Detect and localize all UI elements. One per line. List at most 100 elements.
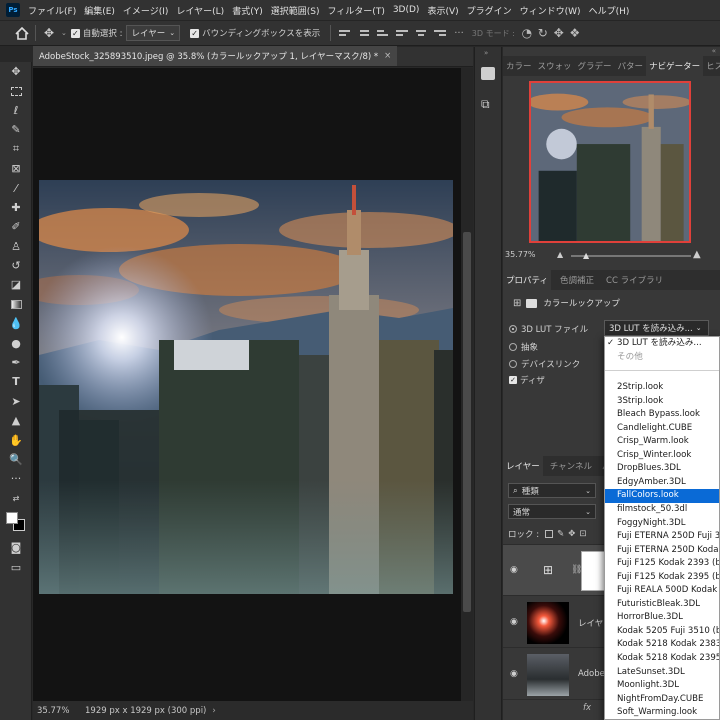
frame-tool-icon[interactable]: ⊠ (0, 159, 32, 178)
device-link-option[interactable]: デバイスリンク (509, 358, 580, 370)
auto-select-dropdown[interactable]: レイヤー ⌄ (126, 25, 181, 41)
lut-option[interactable]: Fuji F125 Kodak 2395 (by Adobe) (605, 571, 719, 585)
color-swatches[interactable] (0, 508, 32, 538)
lock-transparent-icon[interactable] (545, 530, 554, 538)
tab-patterns[interactable]: パター (615, 56, 647, 76)
chevron-right-icon[interactable]: › (212, 706, 215, 716)
menu-3d[interactable]: 3D(D) (389, 5, 424, 15)
3d-slide-icon[interactable]: ❖ (567, 25, 583, 41)
align-left-icon[interactable] (396, 27, 409, 39)
shape-tool-icon[interactable]: ▲ (0, 411, 32, 430)
pen-tool-icon[interactable]: ✒ (0, 353, 32, 372)
align-center-icon[interactable] (415, 27, 428, 39)
menu-help[interactable]: ヘルプ(H) (585, 4, 634, 17)
menu-select[interactable]: 選択範囲(S) (267, 4, 324, 17)
abstract-option[interactable]: 抽象 (509, 341, 538, 353)
menu-window[interactable]: ウィンドウ(W) (516, 4, 585, 17)
visibility-eye-icon[interactable]: ◉ (510, 617, 518, 627)
tab-color[interactable]: カラー (503, 56, 535, 76)
lut-option[interactable]: EdgyAmber.3DL (605, 476, 719, 490)
home-icon[interactable] (14, 25, 30, 41)
lut-option[interactable]: 2Strip.look (605, 381, 719, 395)
dither-checkbox[interactable]: ✓ (509, 376, 517, 384)
zoom-slider-handle[interactable]: ▲ (583, 251, 589, 260)
lut-option[interactable]: FallColors.look (605, 489, 719, 504)
collapse-icon[interactable]: » (484, 49, 488, 57)
canvas-area[interactable] (33, 68, 461, 701)
align-middle-icon[interactable] (358, 27, 371, 39)
eraser-tool-icon[interactable]: ◪ (0, 275, 32, 294)
zoom-level[interactable]: 35.77% (37, 706, 77, 716)
type-tool-icon[interactable]: T (0, 372, 32, 391)
foreground-color-swatch[interactable] (6, 511, 18, 524)
tab-layers[interactable]: レイヤー (503, 456, 543, 476)
lut-option[interactable]: LateSunset.3DL (605, 666, 719, 680)
tab-adjustments[interactable]: 色調補正 (557, 270, 597, 290)
visibility-eye-icon[interactable]: ◉ (510, 565, 518, 575)
abstract-radio[interactable] (509, 343, 517, 351)
tab-properties[interactable]: プロパティ (503, 270, 551, 290)
tab-gradients[interactable]: グラデー (575, 56, 615, 76)
menu-edit[interactable]: 編集(E) (80, 4, 119, 17)
lut-option[interactable]: Fuji ETERNA 250D Kodak 2395 (605, 544, 719, 558)
lasso-tool-icon[interactable]: ℓ (0, 101, 32, 120)
brush-tool-icon[interactable]: ✐ (0, 217, 32, 236)
close-icon[interactable]: × (384, 51, 391, 61)
lock-position-icon[interactable]: ✥ (568, 529, 575, 539)
lut-option[interactable]: Crisp_Winter.look (605, 449, 719, 463)
layer-filter-select[interactable]: ⌕ 種類 ⌄ (508, 483, 596, 498)
crop-tool-icon[interactable]: ⌗ (0, 140, 32, 159)
menu-layer[interactable]: レイヤー(L) (172, 4, 228, 17)
zoom-tool-icon[interactable]: 🔍 (0, 450, 32, 469)
lut-option[interactable]: HorrorBlue.3DL (605, 611, 719, 625)
lut-option[interactable]: 3Strip.look (605, 395, 719, 409)
blend-mode-select[interactable]: 通常 ⌄ (508, 504, 596, 519)
lut-option[interactable]: Candlelight.CUBE (605, 422, 719, 436)
3d-orbit-icon[interactable]: ◔ (519, 25, 535, 41)
lut-option[interactable]: FoggyNight.3DL (605, 517, 719, 531)
chevron-down-icon[interactable]: ⌄ (61, 29, 67, 37)
align-bottom-icon[interactable] (377, 27, 390, 39)
lut-option[interactable]: Kodak 5218 Kodak 2395 (by Adobe) (605, 652, 719, 666)
dropdown-item-load-lut[interactable]: ✓ 3D LUT を読み込み... (605, 337, 719, 351)
tab-channels[interactable]: チャンネル (547, 456, 595, 476)
tab-cc-libraries[interactable]: CC ライブラリ (603, 270, 666, 290)
history-brush-tool-icon[interactable]: ↺ (0, 256, 32, 275)
layer-effects-icon[interactable]: fx (583, 703, 591, 713)
scrollbar-thumb[interactable] (463, 232, 471, 612)
mask-icon[interactable] (526, 298, 538, 308)
lut-option[interactable]: FuturisticBleak.3DL (605, 598, 719, 612)
lut-option[interactable]: Moonlight.3DL (605, 679, 719, 693)
3d-pan-icon[interactable]: ✥ (551, 25, 567, 41)
move-tool-icon[interactable]: ✥ (41, 25, 57, 41)
swap-colors-icon[interactable]: ⇄ (0, 489, 32, 508)
lut-option[interactable]: filmstock_50.3dl (605, 503, 719, 517)
comments-icon[interactable] (481, 67, 495, 80)
marquee-tool-icon[interactable] (0, 81, 32, 100)
align-top-icon[interactable] (339, 27, 352, 39)
clone-stamp-tool-icon[interactable]: ♙ (0, 237, 32, 256)
path-select-tool-icon[interactable]: ➤ (0, 392, 32, 411)
hand-tool-icon[interactable]: ✋ (0, 430, 32, 449)
navigator-preview[interactable] (529, 81, 691, 243)
lut-file-radio[interactable] (509, 325, 517, 333)
visibility-eye-icon[interactable]: ◉ (510, 669, 518, 679)
lut-option[interactable]: DropBlues.3DL (605, 462, 719, 476)
menu-plugins[interactable]: プラグイン (463, 4, 516, 17)
tab-history[interactable]: ヒストリ (703, 56, 720, 76)
tab-swatches[interactable]: スウォッ (535, 56, 575, 76)
lut-file-select[interactable]: 3D LUT を読み込み... ⌄ (604, 320, 709, 336)
more-options-icon[interactable]: ··· (454, 28, 464, 39)
lut-option[interactable]: Soft_Warming.look (605, 706, 719, 719)
lut-option[interactable]: Fuji REALA 500D Kodak 2393 (605, 584, 719, 598)
menu-type[interactable]: 書式(Y) (228, 4, 267, 17)
navigator-zoom-value[interactable]: 35.77% (505, 250, 536, 259)
auto-select-checkbox[interactable]: ✓ (70, 28, 80, 38)
lut-option[interactable]: NightFromDay.CUBE (605, 693, 719, 707)
bounding-box-checkbox[interactable]: ✓ (190, 28, 200, 38)
lut-file-option[interactable]: 3D LUT ファイル (509, 323, 588, 335)
tab-navigator[interactable]: ナビゲーター (646, 56, 704, 76)
quick-mask-icon[interactable]: ◙ (0, 538, 32, 557)
device-link-radio[interactable] (509, 360, 517, 368)
lock-pixels-icon[interactable]: ✎ (557, 529, 564, 539)
